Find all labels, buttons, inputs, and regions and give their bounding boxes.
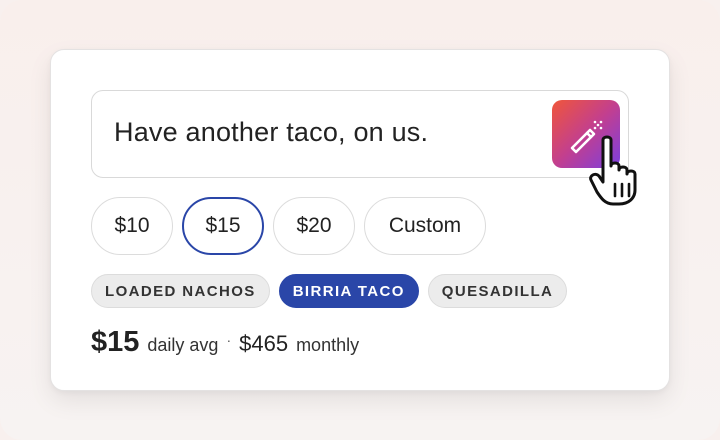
tag-quesadilla[interactable]: QUESADILLA <box>427 274 568 308</box>
message-text: Have another taco, on us. <box>114 117 429 147</box>
pointer-hand-icon <box>589 135 637 206</box>
amount-15-button[interactable]: $15 <box>182 197 264 255</box>
daily-label: daily avg <box>147 335 219 355</box>
item-tags: LOADED NACHOS BIRRIA TACO QUESADILLA <box>91 274 568 308</box>
summary-separator: · <box>226 332 232 348</box>
amount-options: $10 $15 $20 Custom <box>91 197 486 255</box>
monthly-label: monthly <box>296 335 360 355</box>
gift-card-panel: Have another taco, on us. $10 $15 $20 Cu <box>50 49 670 391</box>
amount-custom-button[interactable]: Custom <box>364 197 486 255</box>
amount-10-button[interactable]: $10 <box>91 197 173 255</box>
cost-summary: $15 daily avg · $465 monthly <box>91 326 359 359</box>
daily-amount: $15 <box>91 326 140 358</box>
tag-loaded-nachos[interactable]: LOADED NACHOS <box>91 274 270 308</box>
message-input[interactable]: Have another taco, on us. <box>91 90 629 178</box>
tag-birria-taco[interactable]: BIRRIA TACO <box>278 274 419 308</box>
monthly-amount: $465 <box>239 331 289 356</box>
amount-20-button[interactable]: $20 <box>273 197 355 255</box>
